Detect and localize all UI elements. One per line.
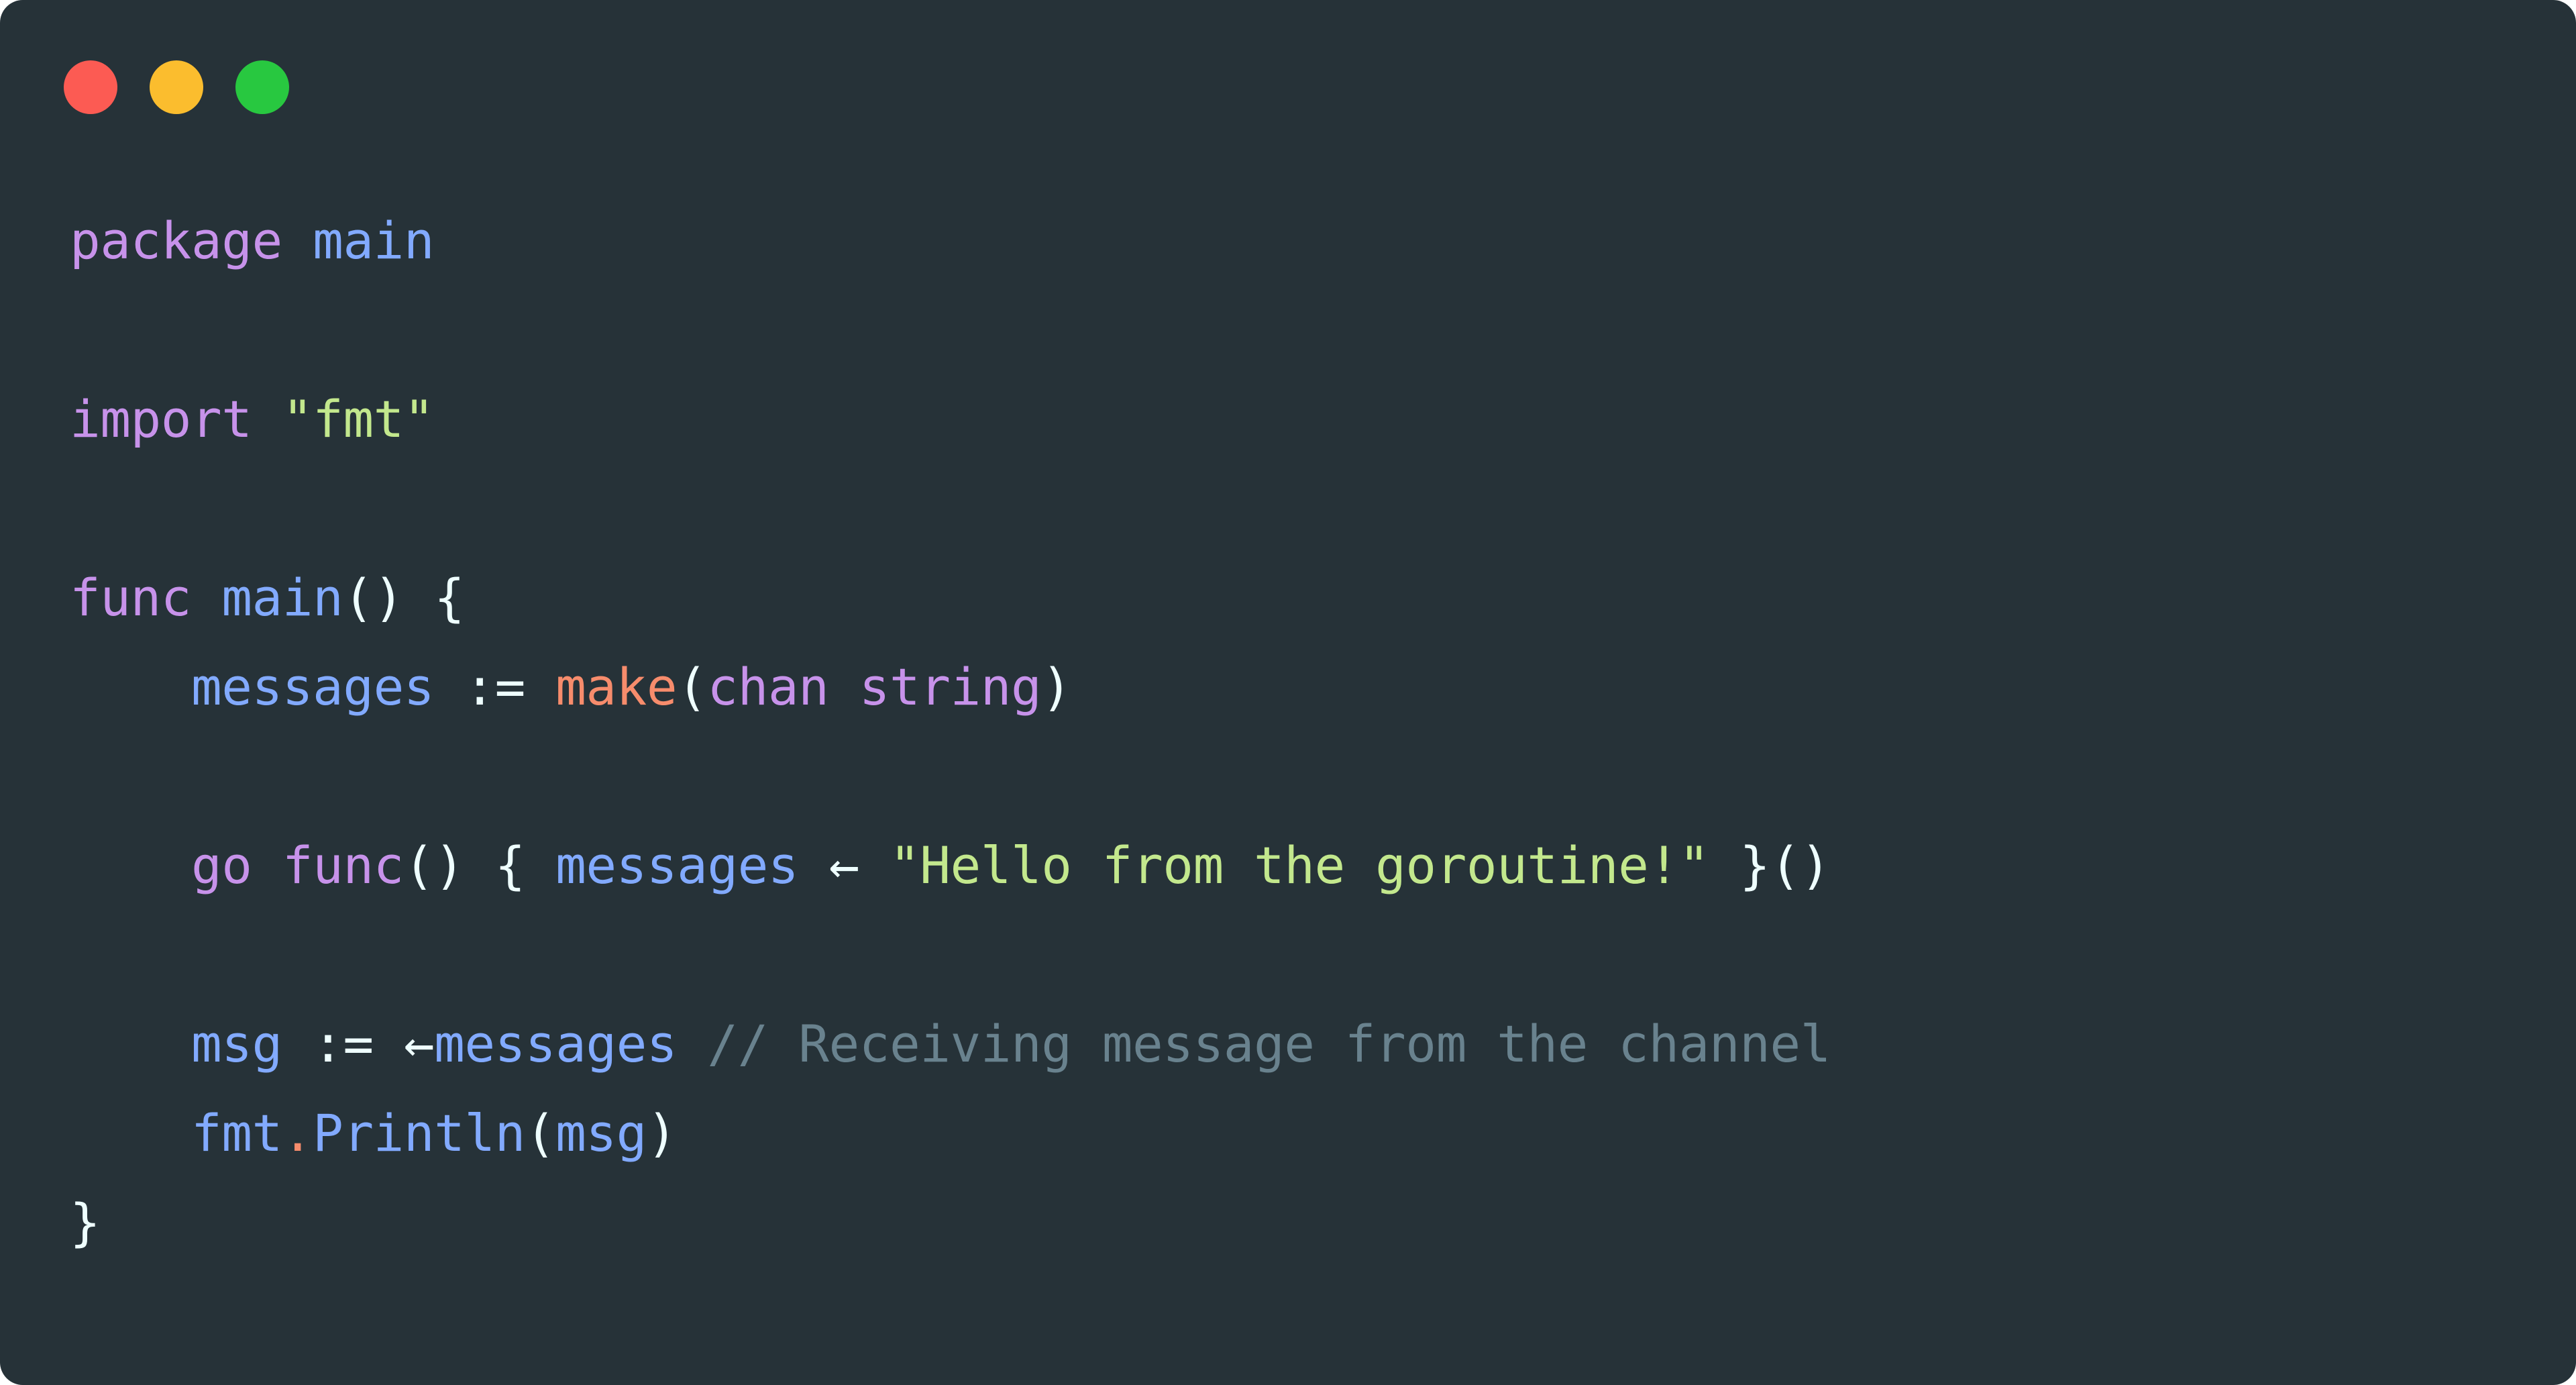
code-token-op <box>677 1014 707 1074</box>
code-token-op <box>252 835 282 895</box>
code-token-op: := <box>434 657 556 717</box>
code-line: import "fmt" <box>70 374 2549 464</box>
code-token-op <box>859 835 890 895</box>
code-token-id: messages <box>555 835 799 895</box>
code-token-op: () { <box>403 835 556 895</box>
code-token-op <box>828 657 859 717</box>
close-window-button[interactable] <box>64 60 117 114</box>
code-token-op: := <box>282 1014 404 1074</box>
code-token-op <box>70 835 191 895</box>
code-token-arrow: ← <box>403 1014 435 1074</box>
code-line: msg := ←messages // Receiving message fr… <box>70 999 2549 1088</box>
code-token-op: } <box>70 1192 101 1252</box>
traffic-light-buttons <box>64 60 289 114</box>
code-line: } <box>70 1178 2549 1267</box>
code-token-op: ) <box>1041 657 1072 717</box>
code-token-kw: string <box>859 657 1042 717</box>
code-token-kw: func <box>70 568 192 627</box>
code-token-op: () { <box>343 568 465 627</box>
code-token-id: main <box>313 211 435 270</box>
code-line: fmt.Println(msg) <box>70 1088 2549 1178</box>
minimize-window-button[interactable] <box>150 60 203 114</box>
code-line: messages := make(chan string) <box>70 642 2549 731</box>
code-token-op <box>191 568 221 627</box>
code-token-op: ) <box>646 1103 678 1163</box>
code-token-op <box>282 211 313 270</box>
code-token-op <box>70 1014 191 1074</box>
code-token-id: messages <box>434 1014 678 1074</box>
code-token-op <box>70 657 191 717</box>
code-line: go func() { messages ← "Hello from the g… <box>70 821 2549 910</box>
code-token-op <box>252 389 282 449</box>
code-token-id: Println <box>313 1103 525 1163</box>
code-token-id: fmt <box>191 1103 282 1163</box>
code-token-op <box>70 1103 191 1163</box>
code-token-op <box>798 835 828 895</box>
code-token-str: "fmt" <box>282 389 435 449</box>
code-token-str: "Hello from the goroutine!" <box>889 835 1709 895</box>
code-token-op: ( <box>525 1103 556 1163</box>
code-token-kw: func <box>282 835 405 895</box>
code-snippet-window: package main import "fmt" func main() { … <box>0 0 2576 1385</box>
code-token-kw: go <box>191 835 252 895</box>
code-token-kw: package <box>70 211 282 270</box>
code-token-kw: chan <box>707 657 829 717</box>
maximize-window-button[interactable] <box>235 60 289 114</box>
code-token-cmt: // Receiving message from the channel <box>707 1014 1831 1074</box>
code-line: package main <box>70 196 2549 285</box>
code-line: func main() { <box>70 553 2549 642</box>
code-token-id: messages <box>191 657 435 717</box>
code-token-id: main <box>221 568 343 627</box>
code-token-op: }() <box>1709 835 1831 895</box>
code-token-id: msg <box>191 1014 282 1074</box>
code-token-id: msg <box>555 1103 647 1163</box>
code-token-kw: import <box>70 389 252 449</box>
code-token-arrow: ← <box>828 835 859 895</box>
code-token-fn: . <box>282 1103 313 1163</box>
window-titlebar <box>0 0 2576 156</box>
code-block[interactable]: package main import "fmt" func main() { … <box>70 196 2549 1267</box>
code-token-op: ( <box>677 657 708 717</box>
code-token-fn: make <box>555 657 678 717</box>
